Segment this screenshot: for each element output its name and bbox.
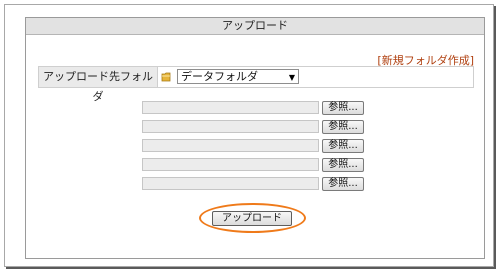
browse-button[interactable]: 参照... — [322, 158, 364, 172]
panel-title: アップロード — [26, 18, 484, 35]
upload-panel: アップロード [新規フォルダ作成] アップロード先フォルダ データフォルダ ▼ … — [25, 17, 485, 259]
browse-button[interactable]: 参照... — [322, 139, 364, 153]
destination-folder-label: アップロード先フォルダ — [39, 67, 158, 103]
file-path-input[interactable] — [142, 139, 319, 152]
file-path-input[interactable] — [142, 120, 319, 133]
file-path-input[interactable] — [142, 101, 319, 114]
dialog-frame: アップロード [新規フォルダ作成] アップロード先フォルダ データフォルダ ▼ … — [4, 4, 494, 267]
file-path-input[interactable] — [142, 158, 319, 171]
browse-button[interactable]: 参照... — [322, 177, 364, 191]
upload-button[interactable]: アップロード — [212, 211, 292, 226]
file-path-input[interactable] — [142, 177, 319, 190]
folder-icon — [161, 72, 171, 82]
destination-folder-row: アップロード先フォルダ データフォルダ ▼ — [38, 66, 474, 103]
destination-folder-select[interactable]: データフォルダ ▼ — [177, 69, 299, 84]
browse-button[interactable]: 参照... — [322, 120, 364, 134]
destination-folder-value: データフォルダ — [181, 70, 258, 83]
browse-button[interactable]: 参照... — [322, 101, 364, 115]
chevron-down-icon: ▼ — [288, 73, 295, 82]
